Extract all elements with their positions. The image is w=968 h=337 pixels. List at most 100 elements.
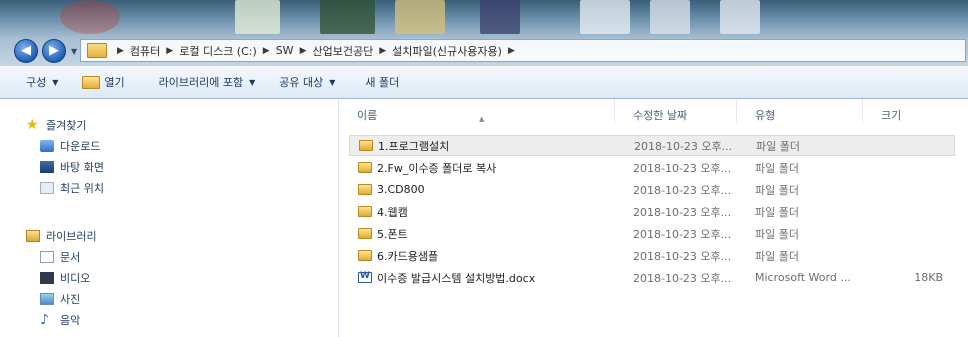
include-library-button[interactable]: 라이브러리에 포함 ▼	[159, 74, 256, 90]
file-name: 2.Fw_이수증 폴더로 복사	[377, 161, 497, 175]
breadcrumb-local-disk[interactable]: 로컬 디스크 (C:)	[179, 43, 257, 59]
folder-icon	[358, 206, 372, 217]
file-row[interactable]: 1.프로그램설치 2018-10-23 오후... 파일 폴더	[349, 135, 955, 156]
column-header-name[interactable]: 이름 ▲	[339, 99, 615, 123]
nav-videos-label: 비디오	[60, 272, 91, 285]
file-name: 6.카드용샘플	[377, 249, 439, 263]
breadcrumb-computer[interactable]: 컴퓨터	[130, 43, 160, 59]
background-blur	[395, 0, 445, 34]
file-date: 2018-10-23 오후...	[633, 271, 732, 285]
nav-favorites-label: 즐겨찾기	[46, 119, 87, 132]
file-date: 2018-10-23 오후...	[634, 139, 733, 153]
file-name: 5.폰트	[377, 227, 408, 241]
file-type: 파일 폴더	[755, 161, 799, 175]
recent-places-icon	[40, 182, 54, 194]
file-date: 2018-10-23 오후...	[633, 161, 732, 175]
folder-icon	[87, 43, 107, 58]
address-bar[interactable]: ▶ 컴퓨터 ▶ 로컬 디스크 (C:) ▶ SW ▶ 산업보건공단 ▶ 설치파일…	[80, 39, 966, 62]
column-name-label: 이름	[357, 109, 378, 122]
nav-libraries[interactable]: 라이브러리	[26, 228, 97, 244]
chevron-right-icon[interactable]: ▶	[166, 46, 173, 56]
column-date-label: 수정한 날짜	[633, 109, 688, 122]
word-document-icon	[358, 271, 372, 283]
column-header-type[interactable]: 유형	[737, 99, 863, 123]
folder-icon	[358, 184, 372, 195]
open-folder-icon	[82, 75, 101, 89]
sort-ascending-icon: ▲	[479, 115, 485, 123]
library-icon	[26, 230, 40, 242]
music-icon: ♪	[40, 312, 49, 328]
recent-pages-dropdown[interactable]: ▼	[71, 47, 77, 56]
video-icon	[40, 272, 54, 284]
file-type: 파일 폴더	[755, 249, 799, 263]
open-label: 열기	[104, 76, 125, 89]
nav-favorites[interactable]: ★ 즐겨찾기	[26, 117, 86, 133]
file-date: 2018-10-23 오후...	[633, 227, 732, 241]
file-type: 파일 폴더	[755, 183, 799, 197]
file-row[interactable]: 6.카드용샘플 2018-10-23 오후... 파일 폴더	[349, 245, 955, 266]
file-type: 파일 폴더	[756, 139, 800, 153]
file-name: 이수증 발급시스템 설치방법.docx	[377, 271, 536, 285]
download-icon	[40, 140, 54, 152]
nav-documents[interactable]: 문서	[40, 249, 80, 265]
background-blur	[650, 0, 690, 34]
document-icon	[40, 251, 54, 263]
navigation-pane: ★ 즐겨찾기 다운로드 바탕 화면 최근 위치 라이브러리 문서 비디오 사진 …	[0, 99, 338, 337]
file-row[interactable]: 3.CD800 2018-10-23 오후... 파일 폴더	[349, 179, 955, 200]
share-with-button[interactable]: 공유 대상 ▼	[279, 74, 335, 90]
file-date: 2018-10-23 오후...	[633, 205, 732, 219]
background-blur	[320, 0, 375, 34]
nav-recent-label: 최근 위치	[60, 182, 104, 195]
file-row[interactable]: 4.웹캠 2018-10-23 오후... 파일 폴더	[349, 201, 955, 222]
chevron-down-icon: ▼	[249, 77, 256, 87]
column-type-label: 유형	[755, 109, 776, 122]
file-type: 파일 폴더	[755, 227, 799, 241]
new-folder-label: 새 폴더	[365, 76, 400, 89]
open-button[interactable]: 열기	[82, 74, 125, 90]
nav-documents-label: 문서	[60, 251, 81, 264]
column-header-date[interactable]: 수정한 날짜	[615, 99, 737, 123]
background-blur	[720, 0, 760, 34]
forward-button[interactable]: ▶	[42, 39, 66, 63]
chevron-right-icon[interactable]: ▶	[117, 46, 124, 56]
nav-pictures-label: 사진	[60, 293, 81, 306]
new-folder-button[interactable]: 새 폴더	[365, 74, 399, 90]
nav-downloads-label: 다운로드	[60, 140, 101, 153]
nav-music[interactable]: ♪ 음악	[40, 312, 80, 328]
chevron-right-icon[interactable]: ▶	[263, 46, 270, 56]
nav-recent-places[interactable]: 최근 위치	[40, 180, 104, 196]
file-row[interactable]: 5.폰트 2018-10-23 오후... 파일 폴더	[349, 223, 955, 244]
file-name: 1.프로그램설치	[378, 139, 450, 153]
organize-label: 구성	[26, 76, 47, 89]
folder-icon	[358, 250, 372, 261]
chevron-right-icon[interactable]: ▶	[300, 46, 307, 56]
breadcrumb-company[interactable]: 산업보건공단	[312, 43, 373, 59]
file-type: 파일 폴더	[755, 205, 799, 219]
organize-button[interactable]: 구성 ▼	[26, 74, 58, 90]
command-bar: 구성 ▼ 열기 라이브러리에 포함 ▼ 공유 대상 ▼ 새 폴더	[0, 66, 968, 99]
nav-desktop[interactable]: 바탕 화면	[40, 159, 104, 175]
column-header-size[interactable]: 크기	[863, 99, 968, 123]
breadcrumb-sw[interactable]: SW	[276, 44, 294, 57]
folder-icon	[359, 140, 373, 151]
background-blur	[580, 0, 630, 34]
nav-videos[interactable]: 비디오	[40, 270, 90, 286]
breadcrumb-install-folder[interactable]: 설치파일(신규사용자용)	[392, 43, 502, 59]
file-name: 3.CD800	[377, 183, 425, 196]
file-date: 2018-10-23 오후...	[633, 183, 732, 197]
background-blur	[480, 0, 520, 34]
chevron-right-icon[interactable]: ▶	[508, 46, 515, 56]
nav-downloads[interactable]: 다운로드	[40, 138, 100, 154]
column-size-label: 크기	[881, 109, 902, 122]
file-row[interactable]: 이수증 발급시스템 설치방법.docx 2018-10-23 오후... Mic…	[349, 267, 955, 288]
file-date: 2018-10-23 오후...	[633, 249, 732, 263]
chevron-right-icon[interactable]: ▶	[379, 46, 386, 56]
nav-libraries-label: 라이브러리	[46, 230, 97, 243]
nav-music-label: 음악	[60, 314, 81, 327]
folder-icon	[358, 228, 372, 239]
nav-pictures[interactable]: 사진	[40, 291, 80, 307]
chevron-down-icon: ▼	[52, 77, 59, 87]
back-button[interactable]: ◀	[14, 39, 38, 63]
file-row[interactable]: 2.Fw_이수증 폴더로 복사 2018-10-23 오후... 파일 폴더	[349, 157, 955, 178]
nav-desktop-label: 바탕 화면	[60, 161, 104, 174]
